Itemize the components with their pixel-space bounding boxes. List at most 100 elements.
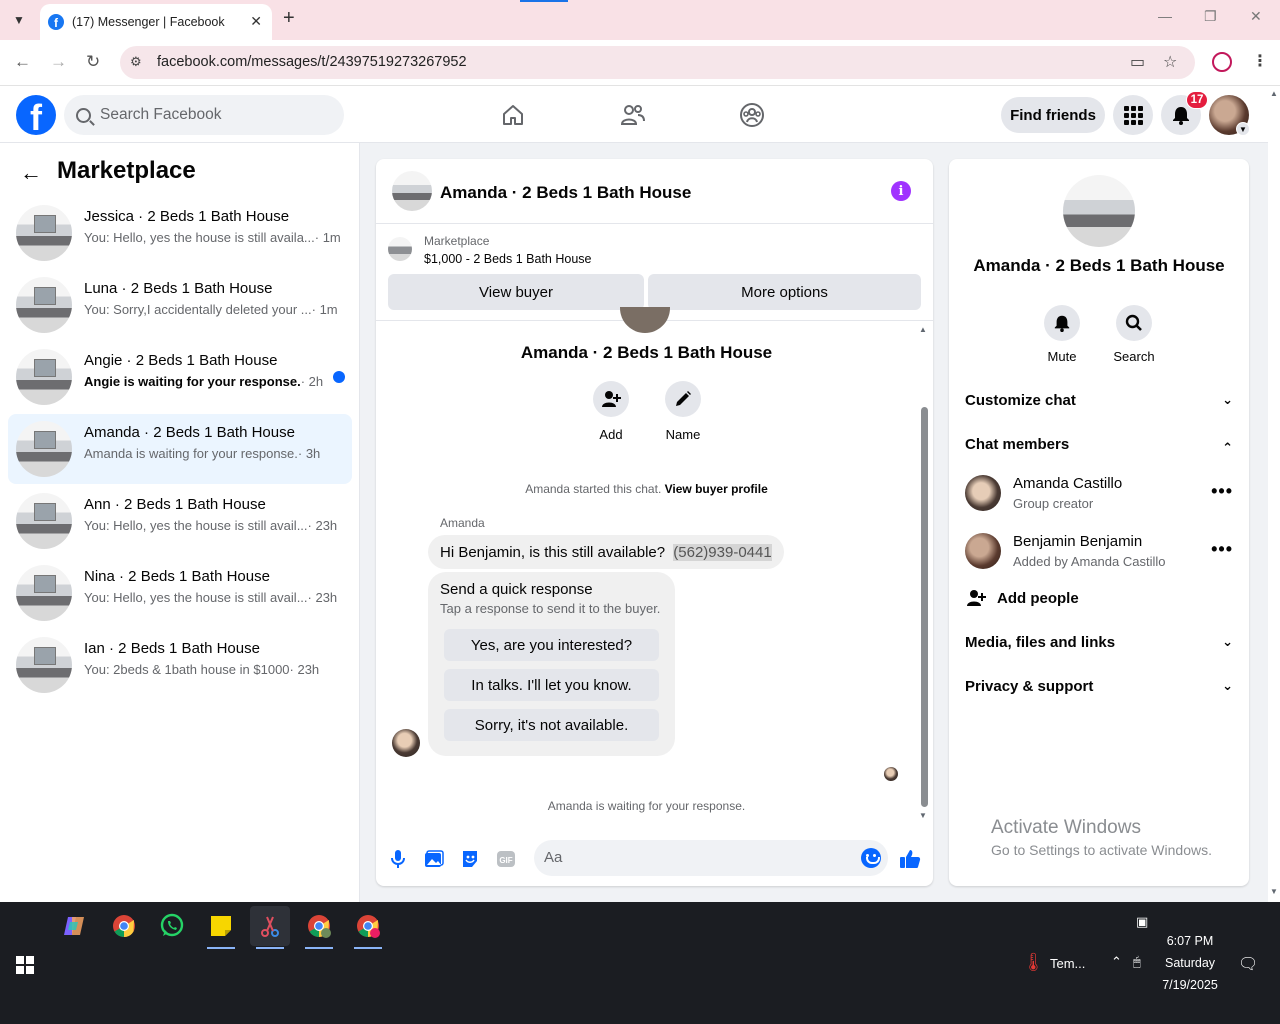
activate-subtitle: Go to Settings to activate Windows.	[991, 842, 1212, 858]
view-buyer-button[interactable]: View buyer	[388, 274, 644, 310]
friends-icon[interactable]	[613, 99, 653, 131]
chat-members-section[interactable]: Chat members ⌃	[965, 436, 1233, 455]
conversation-item[interactable]: Nina · 2 Beds 1 Bath House You: Hello, y…	[8, 558, 352, 628]
member-row[interactable]: Benjamin Benjamin Added by Amanda Castil…	[965, 533, 1233, 573]
conversation-item[interactable]: Luna · 2 Beds 1 Bath House You: Sorry,I …	[8, 270, 352, 340]
scroll-down-arrow-icon[interactable]: ▼	[1270, 887, 1278, 896]
facebook-search-input[interactable]: Search Facebook	[64, 95, 344, 135]
account-chevron-icon[interactable]: ▼	[1236, 122, 1250, 136]
bell-icon[interactable]	[1044, 305, 1080, 341]
clock-time[interactable]: 6:07 PM	[1160, 934, 1220, 948]
member-row[interactable]: Amanda Castillo Group creator •••	[965, 475, 1233, 515]
facebook-logo-icon[interactable]: f	[16, 95, 56, 135]
meet-now-icon[interactable]: ▣	[1136, 914, 1148, 930]
add-person-icon[interactable]	[593, 381, 629, 417]
sticker-icon[interactable]	[459, 848, 481, 870]
view-buyer-profile-link[interactable]: View buyer profile	[665, 482, 768, 496]
conversation-item-active[interactable]: Amanda · 2 Beds 1 Bath House Amanda is w…	[8, 414, 352, 484]
window-restore-icon[interactable]: ❐	[1204, 8, 1217, 25]
window-minimize-icon[interactable]: —	[1158, 8, 1172, 24]
clock-day[interactable]: Saturday	[1160, 956, 1220, 970]
url-text[interactable]: facebook.com/messages/t/2439751927326795…	[157, 54, 467, 70]
back-arrow-icon[interactable]: ←	[14, 52, 31, 72]
menu-grid-icon[interactable]	[1113, 95, 1153, 135]
microphone-icon[interactable]	[387, 848, 409, 870]
quick-response-button[interactable]: Sorry, it's not available.	[444, 709, 659, 741]
chat-avatar[interactable]	[392, 171, 432, 211]
browser-profile-icon[interactable]	[1212, 52, 1232, 72]
tab-search-chevron-icon[interactable]: ▼	[6, 7, 32, 33]
more-options-icon[interactable]: •••	[1211, 481, 1233, 502]
quick-response-button[interactable]: Yes, are you interested?	[444, 629, 659, 661]
page-scrollbar[interactable]: ▲ ▼	[1268, 87, 1280, 902]
conversation-item[interactable]: Ian · 2 Beds 1 Bath House You: 2beds & 1…	[8, 630, 352, 700]
conversation-preview: Angie is waiting for your response.· 2h	[84, 374, 323, 389]
find-friends-button[interactable]: Find friends	[1001, 97, 1105, 133]
emoji-icon[interactable]	[861, 848, 881, 868]
photo-icon[interactable]	[423, 848, 445, 870]
notification-center-icon[interactable]: 🗨	[1238, 954, 1258, 974]
scroll-down-arrow-icon[interactable]: ▼	[919, 811, 927, 820]
mute-label: Mute	[1047, 349, 1077, 364]
chevron-up-icon[interactable]: ⌃	[1111, 954, 1122, 970]
back-arrow-icon[interactable]: ←	[20, 160, 42, 186]
message-bubble[interactable]: Hi Benjamin, is this still available? (5…	[428, 535, 784, 569]
info-icon[interactable]: i	[891, 181, 911, 201]
message-text: Hi Benjamin, is this still available?	[440, 543, 666, 561]
copilot-icon[interactable]	[54, 906, 94, 946]
preview-time: · 23h	[289, 662, 320, 677]
pencil-icon[interactable]	[665, 381, 701, 417]
search-action[interactable]: Search	[1104, 305, 1164, 364]
tab-close-icon[interactable]: ✕	[250, 13, 262, 30]
home-icon[interactable]	[493, 99, 533, 131]
more-options-icon[interactable]: •••	[1211, 539, 1233, 560]
chrome-icon[interactable]	[104, 906, 144, 946]
search-icon[interactable]	[1116, 305, 1152, 341]
address-bar[interactable]: ⚙ facebook.com/messages/t/24397519273267…	[120, 46, 1195, 79]
customize-chat-section[interactable]: Customize chat ⌄	[965, 392, 1233, 409]
add-action[interactable]: Add	[581, 381, 641, 442]
new-tab-plus-icon[interactable]: +	[283, 7, 295, 30]
groups-icon[interactable]	[732, 99, 772, 131]
window-close-icon[interactable]: ✕	[1250, 8, 1262, 25]
install-app-icon[interactable]: ▭	[1130, 52, 1145, 72]
windows-start-icon[interactable]	[16, 956, 34, 974]
snipping-tool-icon[interactable]	[250, 906, 290, 949]
name-action[interactable]: Name	[653, 381, 713, 442]
chrome-profile-2-icon[interactable]	[348, 906, 388, 949]
phone-number[interactable]: (562)939-0441	[673, 543, 772, 561]
whatsapp-icon[interactable]	[152, 906, 192, 946]
weather-text[interactable]: Tem...	[1050, 956, 1085, 971]
sticky-notes-icon[interactable]	[201, 906, 241, 949]
network-icon[interactable]: 🖱	[1133, 954, 1141, 970]
tab-title: (17) Messenger | Facebook	[72, 15, 225, 29]
conversation-item[interactable]: Angie · 2 Beds 1 Bath House Angie is wai…	[8, 342, 352, 412]
quick-response-button[interactable]: In talks. I'll let you know.	[444, 669, 659, 701]
forward-arrow-icon[interactable]: →	[50, 52, 67, 72]
scroll-up-arrow-icon[interactable]: ▲	[1270, 89, 1278, 98]
scroll-up-arrow-icon[interactable]: ▲	[919, 325, 927, 334]
site-settings-icon[interactable]: ⚙	[130, 54, 142, 70]
browser-tab-messenger[interactable]: f (17) Messenger | Facebook ✕	[40, 4, 272, 40]
conversation-item[interactable]: Jessica · 2 Beds 1 Bath House You: Hello…	[8, 198, 352, 268]
chat-title[interactable]: Amanda · 2 Beds 1 Bath House	[440, 183, 691, 203]
conversation-item[interactable]: Ann · 2 Beds 1 Bath House You: Hello, ye…	[8, 486, 352, 556]
mute-action[interactable]: Mute	[1032, 305, 1092, 364]
add-people-button[interactable]: Add people	[965, 589, 1079, 607]
browser-menu-icon[interactable]: ⋮	[1252, 51, 1268, 71]
privacy-support-section[interactable]: Privacy & support ⌄	[965, 678, 1233, 695]
chrome-profile-icon[interactable]	[299, 906, 339, 949]
clock-date[interactable]: 7/19/2025	[1160, 978, 1220, 992]
chat-scrollbar[interactable]: ▲ ▼	[918, 323, 930, 823]
thermometer-icon[interactable]: 🌡	[1022, 952, 1045, 973]
listing-title[interactable]: $1,000 - 2 Beds 1 Bath House	[424, 252, 591, 266]
message-input[interactable]: Aa	[534, 840, 888, 876]
gif-icon[interactable]: GIF	[495, 848, 517, 870]
unread-dot	[333, 371, 345, 383]
more-options-button[interactable]: More options	[648, 274, 921, 310]
reload-icon[interactable]: ↻	[86, 52, 100, 72]
bookmark-star-icon[interactable]: ☆	[1163, 52, 1177, 72]
scrollbar-thumb[interactable]	[921, 407, 928, 807]
thumbs-up-icon[interactable]	[899, 848, 921, 870]
media-files-links-section[interactable]: Media, files and links ⌄	[965, 634, 1233, 651]
